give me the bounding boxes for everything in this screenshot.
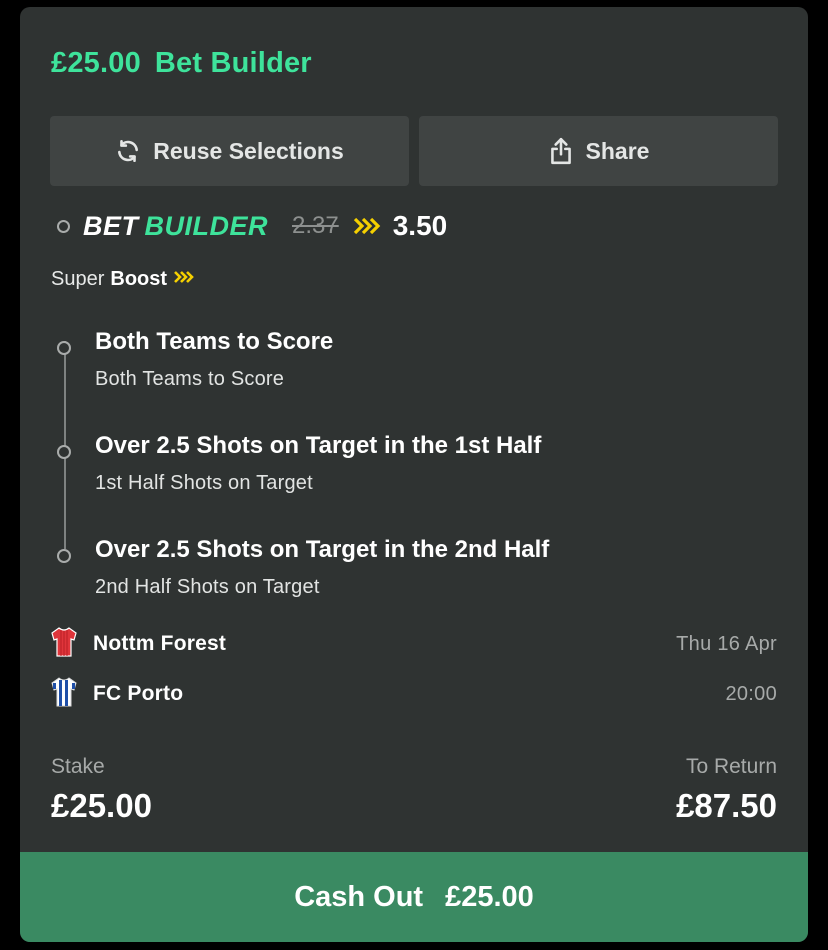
event-date: Thu 16 Apr	[676, 633, 777, 655]
bet-builder-logo: BET BUILDER	[83, 210, 268, 241]
away-team-name: FC Porto	[93, 682, 184, 705]
cash-out-amount: £25.00	[445, 880, 534, 913]
reuse-selections-label: Reuse Selections	[153, 137, 344, 164]
bet-stake-amount: £25.00	[51, 47, 141, 79]
timeline-dot	[57, 219, 70, 233]
share-label: Share	[585, 137, 650, 164]
double-chevron-icon	[173, 268, 195, 291]
selection-title: Over 2.5 Shots on Target in the 2nd Half	[95, 536, 550, 563]
cash-out-button[interactable]: Cash Out £25.00	[20, 852, 808, 942]
super-boost-label: Super Boost	[51, 268, 195, 291]
timeline-dot	[57, 549, 71, 563]
to-return-label: To Return	[685, 755, 777, 778]
timeline-dot	[57, 341, 71, 355]
home-team: Nottm Forest	[50, 626, 227, 663]
share-icon	[548, 136, 574, 166]
away-team: FC Porto	[50, 676, 184, 713]
selection-market: 2nd Half Shots on Target	[95, 576, 320, 598]
bet-builder-odds-row: BET BUILDER 2.37 3.50	[57, 209, 447, 243]
selection-title: Both Teams to Score	[95, 328, 334, 355]
selection-market: Both Teams to Score	[95, 368, 285, 390]
share-button[interactable]: Share	[419, 116, 778, 186]
bet-card: £25.00 Bet Builder Reuse Selections Share…	[20, 7, 808, 942]
red-shirt-icon	[50, 626, 78, 663]
selection-market: 1st Half Shots on Target	[95, 472, 313, 494]
cash-out-label: Cash Out	[294, 880, 424, 913]
event-time: 20:00	[725, 683, 777, 705]
selection-title: Over 2.5 Shots on Target in the 1st Half	[95, 432, 542, 459]
stake-label: Stake	[51, 755, 105, 778]
boosted-odds: 3.50	[392, 210, 448, 241]
original-odds: 2.37	[292, 212, 339, 239]
reuse-selections-button[interactable]: Reuse Selections	[50, 116, 409, 186]
home-team-name: Nottm Forest	[93, 632, 227, 655]
striped-shirt-icon	[50, 676, 78, 713]
bet-header: £25.00 Bet Builder	[51, 47, 312, 80]
bet-type-title: Bet Builder	[154, 47, 312, 79]
refresh-icon	[115, 138, 141, 164]
to-return-value: £87.50	[676, 787, 777, 824]
timeline-dot	[57, 445, 71, 459]
stake-value: £25.00	[51, 787, 152, 824]
double-chevron-icon	[353, 216, 381, 236]
